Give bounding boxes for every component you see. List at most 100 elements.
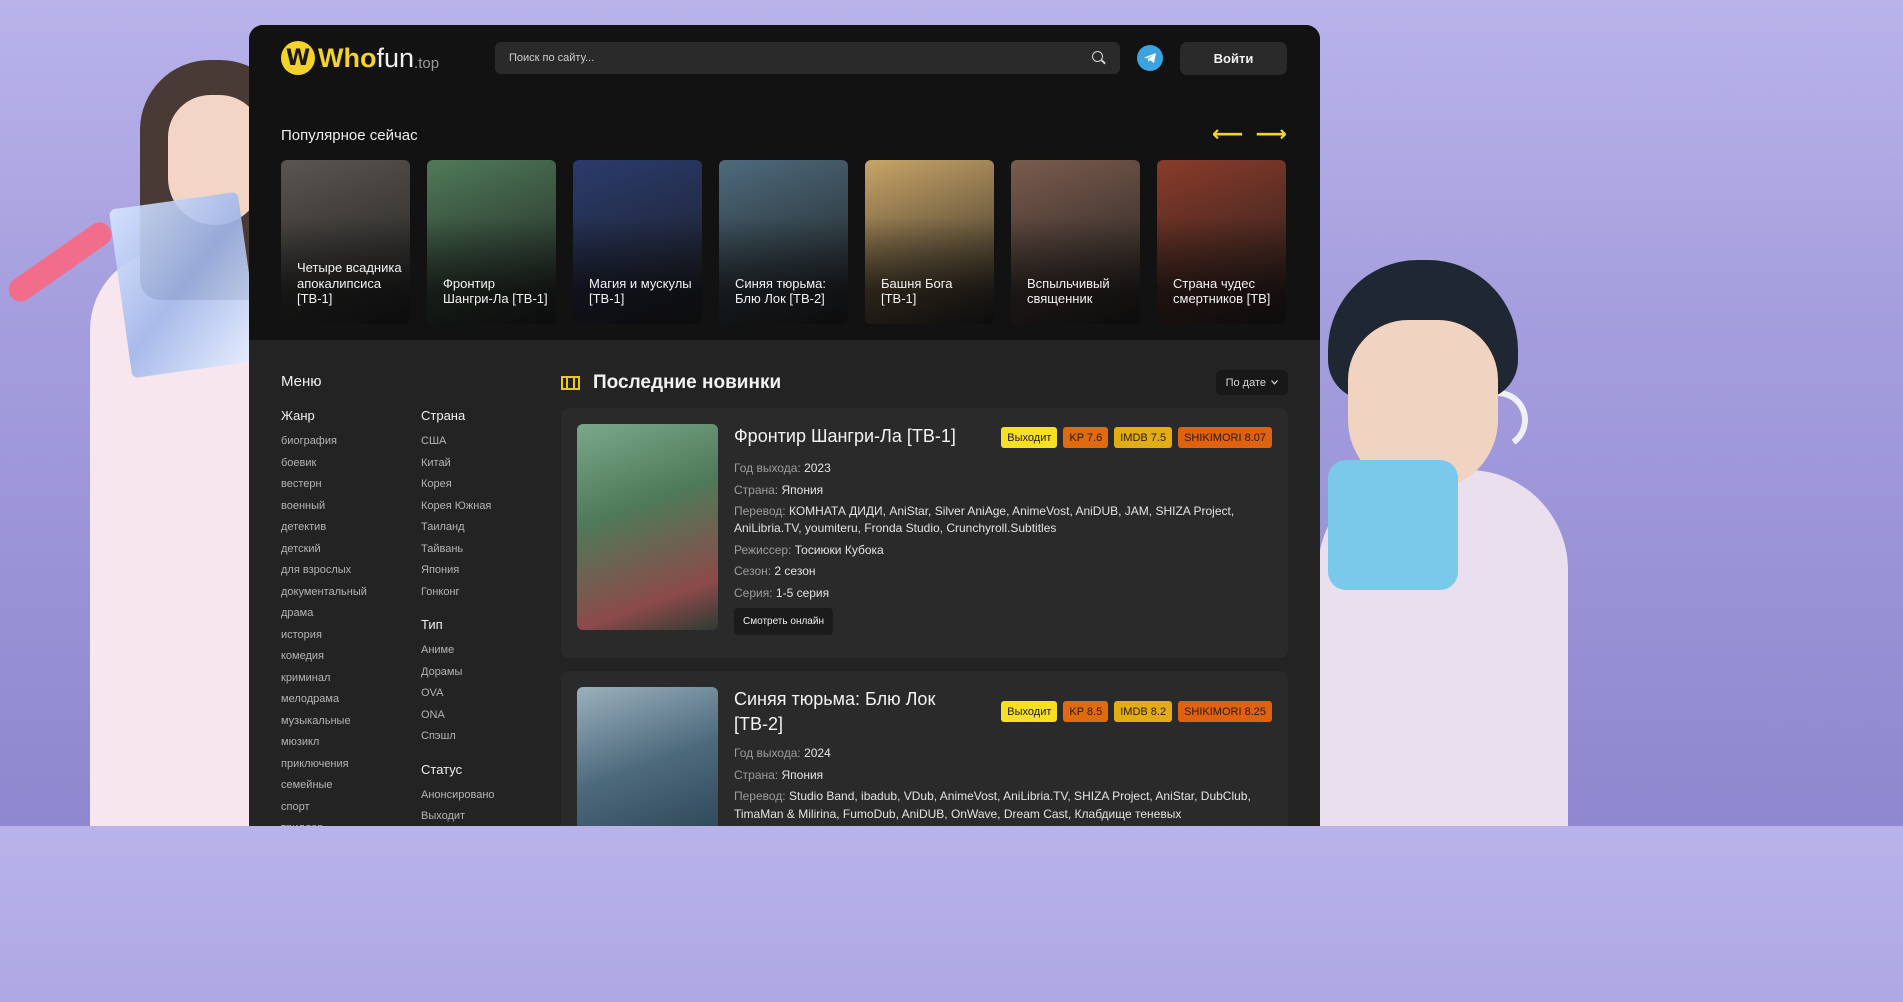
logo-who: Who (318, 42, 377, 73)
login-button[interactable]: Войти (1180, 41, 1287, 75)
kp-badge: KP 8.5 (1063, 701, 1109, 722)
genre-link[interactable]: мюзикл (281, 736, 421, 758)
genre-link[interactable]: мелодрама (281, 693, 421, 715)
search-box (495, 42, 1120, 74)
meta-country-value: Япония (781, 482, 824, 497)
popular-poster[interactable]: Вспыльчивый священник (1011, 160, 1140, 324)
genre-link[interactable]: спорт (281, 801, 421, 823)
popular-poster-label: Магия и мускулы [ТВ-1] (589, 275, 692, 307)
popular-poster[interactable]: Синяя тюрьма: Блю Лок [ТВ-2] (719, 160, 848, 324)
genre-link[interactable]: история (281, 629, 421, 651)
meta-translation: Перевод: КОМНАТА ДИДИ, AniStar, Silver A… (734, 503, 1272, 538)
meta-year-label: Год выхода: (734, 746, 801, 761)
sort-dropdown[interactable]: По дате (1215, 370, 1288, 395)
popular-poster[interactable]: Страна чудес смертников [ТВ] (1157, 160, 1286, 324)
arrow-left-icon[interactable]: ⟵ (1212, 124, 1244, 146)
popular-poster-label: Фронтир Шангри-Ла [ТВ-1] (443, 275, 548, 307)
card-poster[interactable] (577, 687, 718, 826)
type-link[interactable]: OVA (421, 687, 561, 709)
status-link[interactable]: Выходит (421, 810, 561, 826)
release-card: Фронтир Шангри-Ла [ТВ-1] Выходит KP 7.6 … (561, 408, 1288, 658)
menu-columns: Жанр биография боевик вестерн военный детект… (281, 408, 561, 826)
status-link[interactable]: Анонсировано (421, 789, 561, 811)
genre-link[interactable]: военный (281, 500, 421, 522)
search-input[interactable] (509, 52, 1092, 64)
meta-season: Сезон: 2 сезон (734, 563, 1272, 580)
logo-fun: fun (376, 42, 415, 73)
meta-year-label: Год выхода: (734, 461, 801, 476)
release-card: Синяя тюрьма: Блю Лок [ТВ-2] Выходит KP … (561, 671, 1288, 826)
genre-link[interactable]: комедия (281, 650, 421, 672)
watch-online-button[interactable]: Смотреть онлайн (734, 607, 833, 635)
logo-mark: W (281, 41, 315, 75)
type-title: Тип (421, 617, 443, 632)
meta-episode-label: Серия: (734, 585, 773, 600)
meta-country-value: Япония (781, 767, 824, 782)
country-link[interactable]: Таиланд (421, 521, 561, 543)
popular-poster[interactable]: Башня Бога [ТВ-1] (865, 160, 994, 324)
popular-poster[interactable]: Магия и мускулы [ТВ-1] (573, 160, 702, 324)
decor-card (108, 191, 250, 379)
site-frame: W Who fun .top Войти Популярное сейчас ⟵… (249, 25, 1320, 826)
search-icon[interactable] (1092, 51, 1106, 65)
genre-link[interactable]: детектив (281, 521, 421, 543)
card-badges: Выходит KP 8.5 IMDB 8.2 SHIKIMORI 8.25 (1001, 701, 1272, 722)
meta-country: Страна: Япония (734, 767, 1272, 784)
country-link[interactable]: Корея (421, 478, 561, 500)
genre-link[interactable]: музыкальные (281, 715, 421, 737)
card-body: Фронтир Шангри-Ла [ТВ-1] Выходит KP 7.6 … (734, 424, 1272, 642)
status-badge: Выходит (1001, 701, 1058, 722)
main-feed: Последние новинки По дате Фронтир Шангри… (561, 370, 1288, 826)
country-link[interactable]: Корея Южная (421, 500, 561, 522)
popular-title: Популярное сейчас (281, 126, 418, 144)
arrow-right-icon[interactable]: ⟶ (1255, 124, 1287, 146)
genre-link[interactable]: биография (281, 435, 421, 457)
meta-translation-label: Перевод: (734, 789, 786, 804)
card-title[interactable]: Синяя тюрьма: Блю Лок [ТВ-2] (734, 687, 984, 737)
genre-link[interactable]: документальный (281, 586, 421, 608)
meta-episode-value: 1-5 серия (775, 585, 830, 600)
meta-year-value: 2023 (804, 461, 831, 476)
country-link[interactable]: США (421, 435, 561, 457)
status-badge: Выходит (1001, 427, 1058, 448)
card-title[interactable]: Фронтир Шангри-Ла [ТВ-1] (734, 424, 956, 449)
type-link[interactable]: ONA (421, 709, 561, 731)
meta-country-label: Страна: (734, 482, 779, 497)
header: W Who fun .top Войти (249, 25, 1320, 91)
genre-link[interactable]: для взрослых (281, 564, 421, 586)
imdb-badge: IMDB 7.5 (1114, 427, 1173, 448)
popular-poster[interactable]: Фронтир Шангри-Ла [ТВ-1] (427, 160, 556, 324)
genre-link[interactable]: триллер (281, 822, 421, 826)
genre-link[interactable]: криминал (281, 672, 421, 694)
meta-episode: Серия: 1-5 серия (734, 585, 1272, 602)
card-poster[interactable] (577, 424, 718, 630)
popular-poster-label: Синяя тюрьма: Блю Лок [ТВ-2] (735, 275, 827, 307)
logo[interactable]: W Who fun .top (281, 41, 495, 75)
menu: Меню Жанр биография боевик вестерн военный д… (281, 373, 561, 826)
right-decoration (1318, 0, 1568, 826)
popular-poster-label: Страна чудес смертников [ТВ] (1173, 275, 1271, 307)
type-link[interactable]: Спэшл (421, 730, 561, 752)
card-body: Синяя тюрьма: Блю Лок [ТВ-2] Выходит KP … (734, 687, 1272, 826)
country-link[interactable]: Китай (421, 457, 561, 479)
meta-country: Страна: Япония (734, 482, 1272, 499)
genre-link[interactable]: семейные (281, 779, 421, 801)
card-top: Фронтир Шангри-Ла [ТВ-1] Выходит KP 7.6 … (734, 424, 1272, 449)
country-link[interactable]: Гонконг (421, 586, 561, 608)
decor-console (1328, 460, 1458, 590)
country-title: Страна (421, 408, 466, 423)
genre-link[interactable]: детский (281, 543, 421, 565)
country-link[interactable]: Япония (421, 564, 561, 586)
genre-link[interactable]: драма (281, 607, 421, 629)
filter-column: Страна США Китай Корея Корея Южная Таиланд Та… (421, 408, 561, 826)
genre-link[interactable]: приключения (281, 758, 421, 780)
country-link[interactable]: Тайвань (421, 543, 561, 565)
type-link[interactable]: Дорамы (421, 666, 561, 688)
menu-title: Меню (281, 373, 322, 390)
genre-link[interactable]: боевик (281, 457, 421, 479)
genre-link[interactable]: вестерн (281, 478, 421, 500)
telegram-icon[interactable] (1137, 45, 1163, 71)
meta-translation-value: КОМНАТА ДИДИ, AniStar, Silver AniAge, An… (734, 503, 1235, 536)
type-link[interactable]: Аниме (421, 644, 561, 666)
popular-poster[interactable]: Четыре всадника апокалипсиса [ТВ-1] (281, 160, 410, 324)
